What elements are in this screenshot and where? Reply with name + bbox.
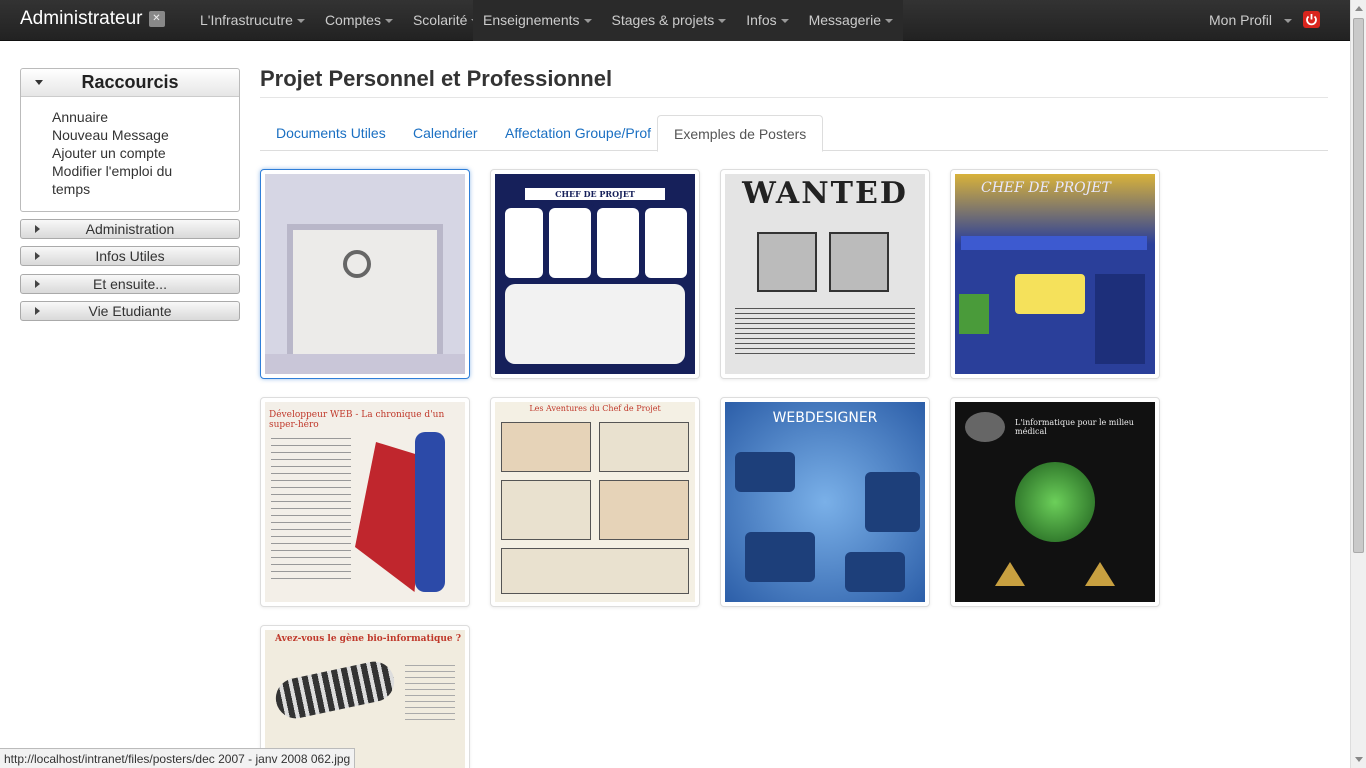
shortcut-annuaire[interactable]: Annuaire [52,108,202,126]
tools-icon[interactable]: ✕ [148,11,165,27]
nav-mid: Enseignements Stages & projets Infos Mes… [473,0,903,41]
poster-thumbnail-1[interactable] [260,169,470,379]
caret-down-icon [384,19,393,24]
accordion-administration[interactable]: Administration [20,219,240,239]
poster-thumbnail-2[interactable]: CHEF DE PROJET INFORMATIQUE [490,169,700,379]
tab-calendrier[interactable]: Calendrier [397,115,494,151]
page-title: Projet Personnel et Professionnel [260,66,613,91]
caret-down-icon [718,19,727,24]
shortcuts-title: Raccourcis [81,72,179,92]
nav-right: Mon Profil [1199,0,1302,41]
top-navbar: Administrateur ✕ L'Infrastrucutre Compte… [0,0,1350,41]
scroll-up-arrow-icon[interactable] [1355,6,1363,11]
nav-infos[interactable]: Infos [736,0,798,41]
tab-exemples-posters[interactable]: Exemples de Posters [657,115,824,152]
accordion-infos-utiles[interactable]: Infos Utiles [20,246,240,266]
shortcut-ajouter-compte[interactable]: Ajouter un compte [52,144,202,162]
power-icon[interactable] [1303,11,1320,28]
nav-enseignements[interactable]: Enseignements [473,0,602,41]
shortcut-list: Annuaire Nouveau Message Ajouter un comp… [21,97,239,198]
nav-comptes[interactable]: Comptes [315,0,403,41]
poster-thumbnail-3[interactable]: WANTED [720,169,930,379]
caret-down-icon [1283,19,1292,24]
poster-thumbnail-9[interactable]: Avez-vous le gène bio-informatique ? [260,625,470,768]
shortcut-nouveau-message[interactable]: Nouveau Message [52,126,202,144]
title-divider [260,97,1328,98]
accordion-et-ensuite[interactable]: Et ensuite... [20,274,240,294]
magnifier-icon [343,250,371,278]
scroll-down-arrow-icon[interactable] [1355,757,1363,762]
shortcuts-panel: Raccourcis Annuaire Nouveau Message Ajou… [20,68,240,212]
poster-thumbnail-8[interactable]: L'informatique pour le milieu médical [950,397,1160,607]
poster-thumbnail-4[interactable]: CHEF DE PROJET [950,169,1160,379]
page-scrollbar[interactable] [1350,0,1366,768]
nav-left: L'Infrastrucutre Comptes Scolarité [190,0,489,41]
caret-down-icon [780,19,789,24]
nav-stages-projets[interactable]: Stages & projets [602,0,737,41]
tab-bar: Documents Utiles Calendrier Affectation … [260,115,1328,152]
poster-thumbnail-7[interactable]: WEBDESIGNER [720,397,930,607]
shortcut-modifier-emploi[interactable]: Modifier l'emploi du temps [52,162,202,198]
accordion-vie-etudiante[interactable]: Vie Etudiante [20,301,240,321]
tab-affectation[interactable]: Affectation Groupe/Prof [489,115,667,151]
caret-down-icon [296,19,305,24]
shortcuts-header[interactable]: Raccourcis [21,69,239,97]
nav-mon-profil[interactable]: Mon Profil [1199,0,1302,41]
poster-thumbnail-6[interactable]: Les Aventures du Chef de Projet [490,397,700,607]
caret-down-icon [884,19,893,24]
nav-messagerie[interactable]: Messagerie [799,0,903,41]
caret-down-icon [583,19,592,24]
nav-infrastructure[interactable]: L'Infrastrucutre [190,0,315,41]
scroll-thumb[interactable] [1353,18,1364,553]
brand[interactable]: Administrateur ✕ [20,8,165,30]
tab-documents-utiles[interactable]: Documents Utiles [260,115,402,151]
poster-thumbnail-5[interactable]: Développeur WEB - La chronique d'un supe… [260,397,470,607]
brand-title[interactable]: Administrateur [20,8,143,30]
browser-status-url: http://localhost/intranet/files/posters/… [0,748,356,768]
